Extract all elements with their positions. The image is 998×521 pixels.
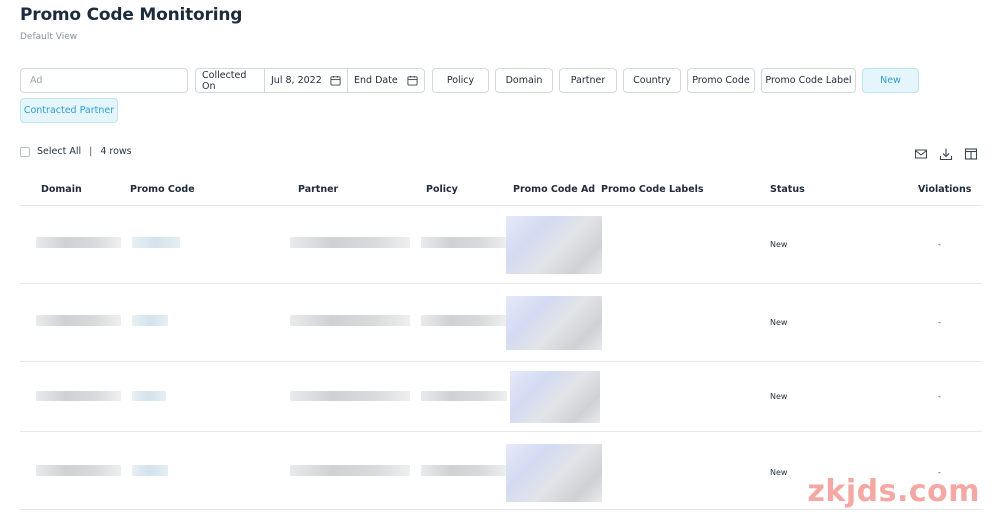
promo-code-cell-redacted (132, 237, 180, 248)
column-header-policy[interactable]: Policy (426, 184, 458, 195)
row-count: 4 rows (100, 146, 132, 157)
filter-promo-code-label-button[interactable]: Promo Code Label (761, 68, 856, 93)
column-header-status[interactable]: Status (770, 184, 805, 195)
filter-new-button[interactable]: New (862, 68, 919, 93)
status-value: New (770, 468, 788, 477)
violations-value: - (938, 392, 941, 401)
filter-country-button[interactable]: Country (623, 68, 681, 93)
table-toolbar (914, 147, 978, 161)
domain-cell-redacted (36, 315, 121, 326)
page-title: Promo Code Monitoring (20, 5, 243, 25)
promo-ad-thumbnail[interactable] (506, 444, 602, 502)
policy-cell-redacted (421, 465, 507, 476)
email-icon[interactable] (914, 147, 928, 161)
domain-cell-redacted (36, 237, 121, 248)
column-header-promo-code[interactable]: Promo Code (130, 184, 195, 195)
column-header-promo-code-labels[interactable]: Promo Code Labels (601, 184, 704, 195)
table-row[interactable]: New - (20, 362, 982, 432)
violations-value: - (938, 318, 941, 327)
view-name[interactable]: Default View (20, 32, 77, 42)
policy-cell-redacted (421, 315, 507, 326)
policy-cell-redacted (421, 391, 507, 401)
partner-cell-redacted (290, 315, 410, 326)
partner-cell-redacted (290, 465, 410, 476)
calendar-icon[interactable] (330, 75, 341, 86)
start-date-value: Jul 8, 2022 (271, 75, 322, 86)
end-date-placeholder: End Date (354, 75, 398, 86)
promo-code-cell-redacted (132, 315, 168, 326)
policy-cell-redacted (421, 237, 507, 248)
date-range-picker[interactable]: Collected On Jul 8, 2022 End Date (195, 68, 425, 93)
calendar-icon[interactable] (407, 75, 418, 86)
watermark-text: zkjds.com (807, 474, 980, 509)
status-value: New (770, 318, 788, 327)
columns-icon[interactable] (964, 147, 978, 161)
column-header-domain[interactable]: Domain (41, 184, 82, 195)
filter-contracted-partner-button[interactable]: Contracted Partner (20, 98, 118, 123)
table-row[interactable]: New - (20, 206, 982, 284)
status-value: New (770, 240, 788, 249)
ad-search-input[interactable]: Ad (20, 68, 188, 93)
download-icon[interactable] (939, 147, 953, 161)
select-all-checkbox[interactable] (20, 146, 30, 157)
filter-domain-button[interactable]: Domain (495, 68, 553, 93)
selection-bar: Select All | 4 rows (20, 146, 132, 157)
partner-cell-redacted (290, 391, 410, 401)
promo-ad-thumbnail[interactable] (510, 371, 600, 423)
promo-ad-thumbnail[interactable] (506, 296, 602, 350)
promo-code-cell-redacted (132, 391, 166, 401)
domain-cell-redacted (36, 391, 121, 401)
column-header-partner[interactable]: Partner (298, 184, 338, 195)
status-value: New (770, 392, 788, 401)
promo-ad-thumbnail[interactable] (506, 216, 602, 274)
collected-on-label: Collected On (196, 69, 265, 92)
partner-cell-redacted (290, 237, 410, 248)
column-header-promo-code-ad[interactable]: Promo Code Ad (513, 184, 595, 195)
column-header-violations[interactable]: Violations (918, 184, 971, 195)
promo-code-cell-redacted (132, 465, 168, 476)
filter-policy-button[interactable]: Policy (432, 68, 489, 93)
filter-promo-code-button[interactable]: Promo Code (687, 68, 755, 93)
start-date-field[interactable]: Jul 8, 2022 (265, 69, 348, 92)
select-all-label[interactable]: Select All (37, 146, 81, 157)
table-row[interactable]: New - (20, 284, 982, 362)
domain-cell-redacted (36, 465, 121, 476)
filter-partner-button[interactable]: Partner (559, 68, 617, 93)
divider: | (89, 146, 93, 157)
end-date-field[interactable]: End Date (348, 69, 424, 92)
violations-value: - (938, 240, 941, 249)
